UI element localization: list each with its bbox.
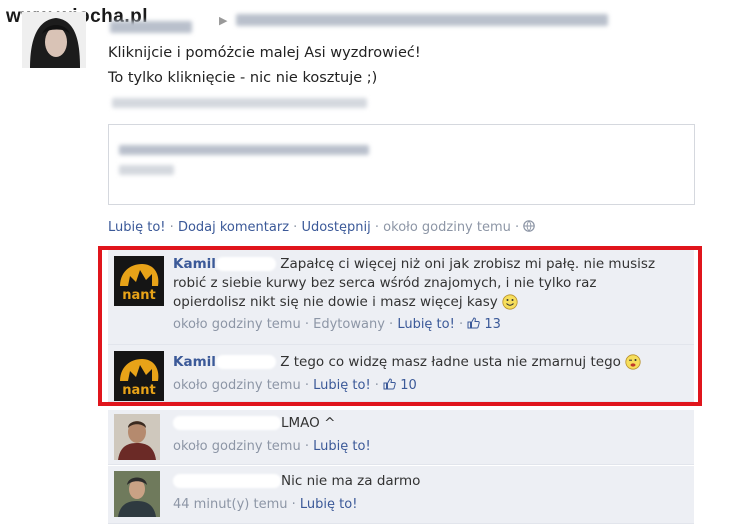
blurred-author-name [110, 21, 192, 33]
comment-text: Nic nie ma za darmo [281, 473, 421, 489]
separator: · [169, 220, 174, 235]
post-text-line-1: Kliknijcie i pomóżcie malej Asi wyzdrowi… [108, 45, 421, 61]
link-preview-box[interactable] [108, 124, 695, 205]
post-author-avatar[interactable] [22, 12, 86, 68]
post-time[interactable]: około godziny temu [383, 220, 511, 235]
name-redaction [173, 474, 281, 488]
post-text-line-2: To tylko kliknięcie - nic nie kosztuje ;… [108, 70, 378, 86]
comment-time[interactable]: około godziny temu [173, 439, 301, 454]
like-link[interactable]: Lubię to! [108, 220, 166, 235]
commenter-avatar[interactable] [114, 471, 160, 517]
comment-item: LMAO ^ około godziny temu · Lubię to! [108, 410, 694, 465]
comment-text: LMAO ^ [281, 415, 336, 431]
comment-like-link[interactable]: Lubię to! [313, 439, 371, 454]
separator: · [515, 220, 520, 235]
share-header-arrow-icon: ▶ [219, 14, 228, 27]
separator: · [291, 497, 296, 512]
blurred-link-title [119, 145, 369, 155]
comment-time[interactable]: 44 minut(y) temu [173, 497, 288, 512]
separator: · [374, 220, 380, 235]
separator: · [293, 220, 298, 235]
name-redaction [173, 416, 281, 430]
comment-item: Nic nie ma za darmo 44 minut(y) temu · L… [108, 466, 694, 524]
blurred-header [236, 14, 608, 26]
separator: · [304, 439, 309, 454]
highlight-frame [98, 246, 702, 406]
add-comment-link[interactable]: Dodaj komentarz [178, 220, 289, 235]
post-actions: Lubię to! · Dodaj komentarz · Udostępnij… [108, 220, 536, 235]
blurred-link-domain [119, 165, 174, 175]
commenter-avatar[interactable] [114, 414, 160, 460]
blurred-link [112, 98, 367, 108]
globe-icon [523, 220, 536, 235]
share-link[interactable]: Udostępnij [301, 220, 370, 235]
comment-like-link[interactable]: Lubię to! [300, 497, 358, 512]
